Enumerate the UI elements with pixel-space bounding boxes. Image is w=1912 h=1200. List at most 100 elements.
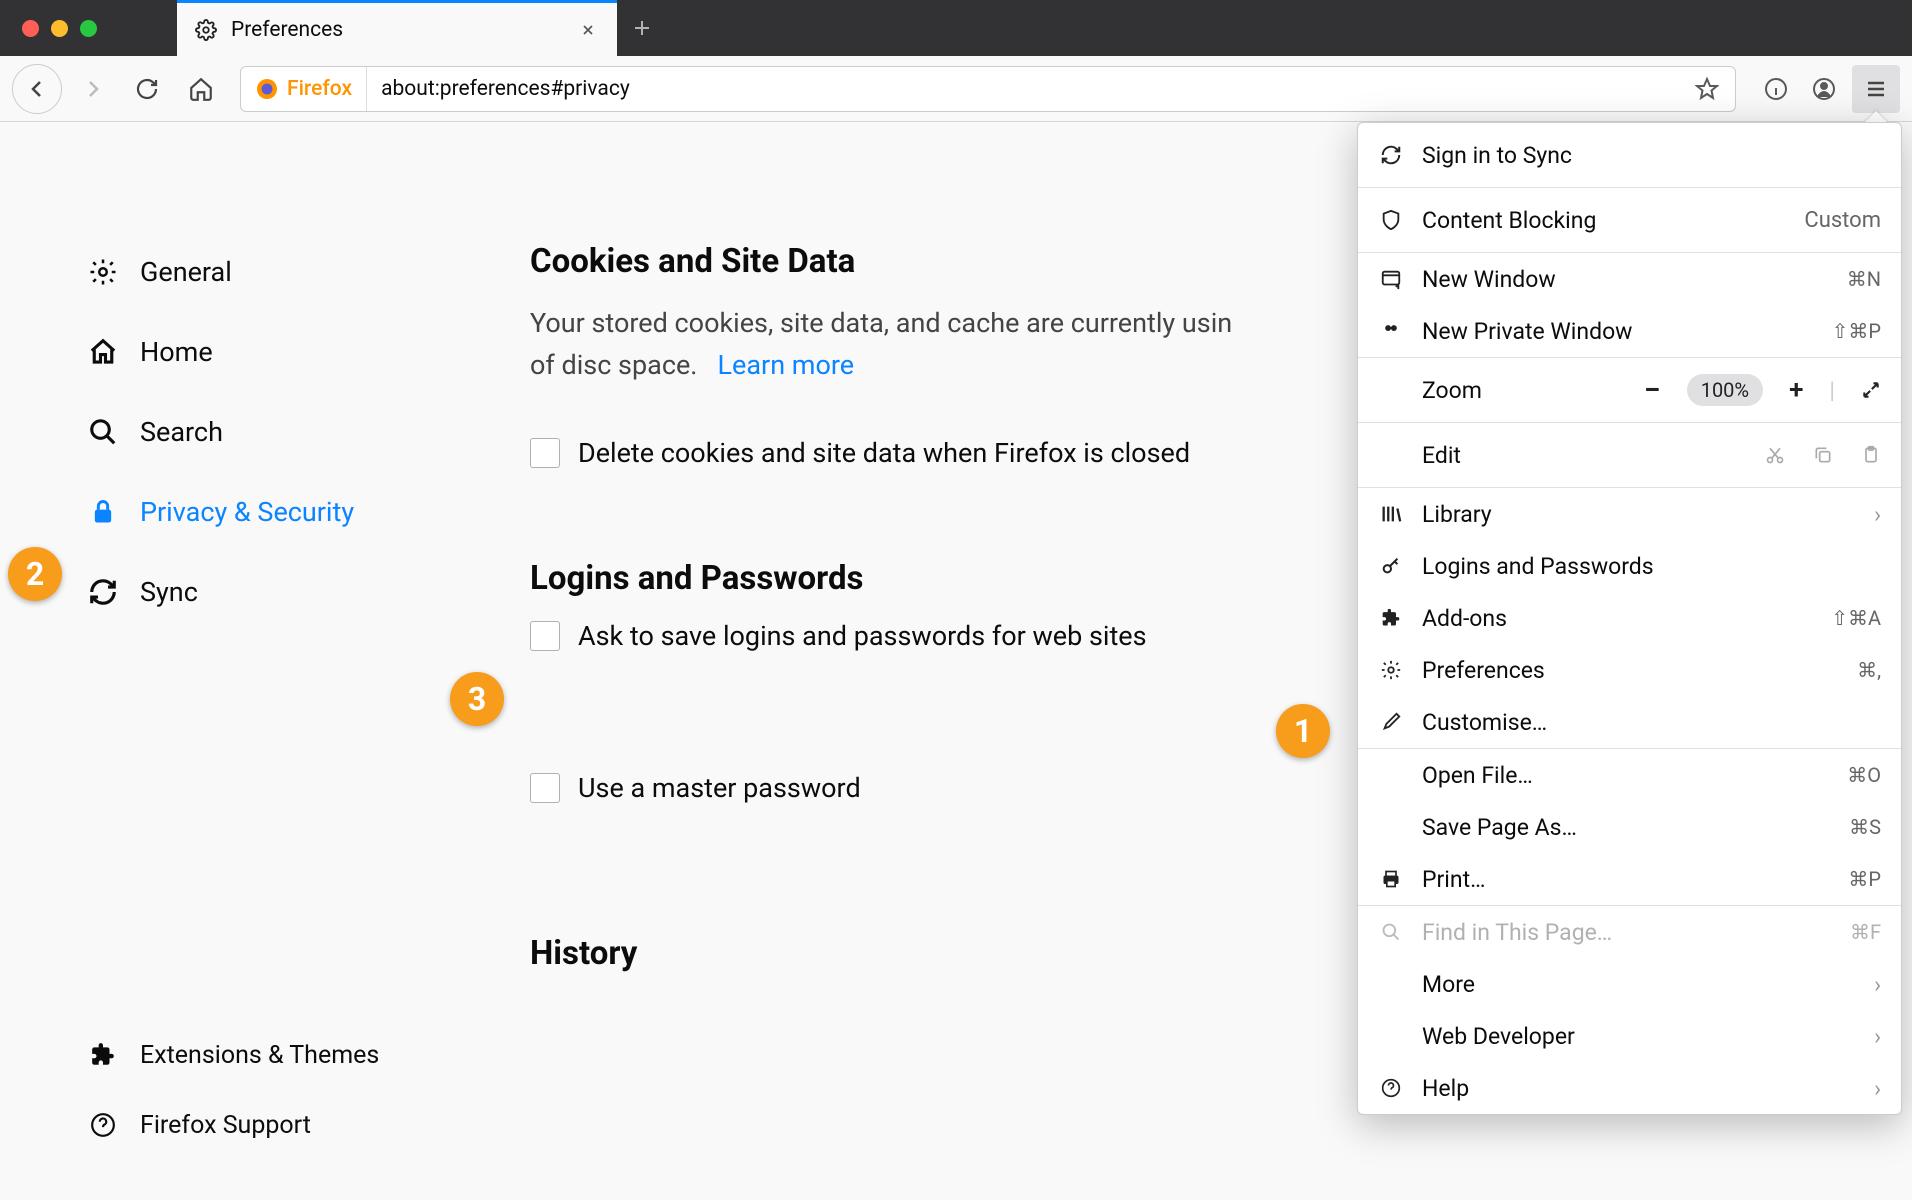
puzzle-icon: [86, 1042, 120, 1068]
menu-addons[interactable]: Add-ons ⇧⌘A: [1358, 592, 1901, 644]
maximize-window-button[interactable]: [80, 20, 97, 37]
sidebar-label: Home: [140, 336, 213, 368]
zoom-in-button[interactable]: +: [1789, 375, 1803, 405]
menu-help[interactable]: Help ›: [1358, 1062, 1901, 1114]
url-text: about:preferences#privacy: [367, 77, 1679, 101]
menu-sign-in[interactable]: Sign in to Sync: [1358, 123, 1901, 187]
menu-web-developer[interactable]: Web Developer ›: [1358, 1010, 1901, 1062]
delete-cookies-checkbox[interactable]: [530, 438, 560, 468]
sidebar-label: Sync: [140, 576, 198, 608]
sidebar-item-home[interactable]: Home: [80, 312, 500, 392]
gear-icon: [195, 19, 217, 41]
cut-button[interactable]: [1765, 445, 1785, 465]
titlebar: Preferences: [0, 0, 1912, 56]
new-tab-button[interactable]: [617, 0, 667, 56]
search-icon: [1378, 922, 1404, 942]
menu-edit: Edit: [1358, 423, 1901, 487]
sidebar-bottom: Extensions & Themes Firefox Support: [80, 1020, 500, 1200]
home-icon: [86, 337, 120, 367]
search-icon: [86, 417, 120, 447]
library-icon: [1378, 503, 1404, 525]
tab-preferences[interactable]: Preferences: [177, 0, 617, 56]
menu-new-window[interactable]: New Window ⌘N: [1358, 253, 1901, 305]
chevron-right-icon: ›: [1874, 501, 1881, 528]
info-icon[interactable]: [1752, 65, 1800, 113]
close-window-button[interactable]: [22, 20, 39, 37]
menu-more[interactable]: More ›: [1358, 958, 1901, 1010]
window-icon: [1378, 268, 1404, 290]
ask-save-logins-label: Ask to save logins and passwords for web…: [578, 620, 1147, 652]
chevron-right-icon: ›: [1874, 971, 1881, 998]
account-icon[interactable]: [1800, 65, 1848, 113]
menu-open-file[interactable]: Open File… ⌘O: [1358, 749, 1901, 801]
menu-save-page[interactable]: Save Page As… ⌘S: [1358, 801, 1901, 853]
annotation-badge-1: 1: [1276, 704, 1330, 758]
gear-icon: [86, 257, 120, 287]
annotation-badge-3: 3: [450, 672, 504, 726]
bookmark-star-button[interactable]: [1679, 77, 1735, 101]
delete-cookies-label: Delete cookies and site data when Firefo…: [578, 437, 1190, 469]
sidebar-item-general[interactable]: General: [80, 232, 500, 312]
tab-strip: Preferences: [177, 0, 667, 56]
nav-toolbar: Firefox about:preferences#privacy: [0, 56, 1912, 122]
menu-zoom: Zoom − 100% + |: [1358, 358, 1901, 422]
menu-customise[interactable]: Customise…: [1358, 696, 1901, 748]
help-icon: [1378, 1078, 1404, 1098]
forward-button[interactable]: [70, 66, 116, 112]
ask-save-logins-checkbox[interactable]: [530, 621, 560, 651]
sync-icon: [86, 577, 120, 607]
sidebar-label: Extensions & Themes: [140, 1041, 379, 1070]
puzzle-icon: [1378, 608, 1404, 628]
sidebar-label: General: [140, 256, 232, 288]
paste-button[interactable]: [1861, 445, 1881, 465]
sidebar-item-extensions[interactable]: Extensions & Themes: [80, 1020, 500, 1090]
shield-icon: [1378, 209, 1404, 231]
key-icon: [1378, 555, 1404, 577]
chevron-right-icon: ›: [1874, 1023, 1881, 1050]
menu-find[interactable]: Find in This Page… ⌘F: [1358, 906, 1901, 958]
sidebar-item-search[interactable]: Search: [80, 392, 500, 472]
menu-library[interactable]: Library ›: [1358, 488, 1901, 540]
learn-more-link[interactable]: Learn more: [718, 349, 855, 381]
lock-icon: [86, 498, 120, 526]
preferences-sidebar: General Home Search Privacy & Security S…: [0, 122, 500, 1200]
menu-content-blocking[interactable]: Content Blocking Custom: [1358, 188, 1901, 252]
gear-icon: [1378, 659, 1404, 681]
menu-print[interactable]: Print… ⌘P: [1358, 853, 1901, 905]
sidebar-item-privacy[interactable]: Privacy & Security: [80, 472, 500, 552]
annotation-badge-2: 2: [8, 547, 62, 601]
home-button[interactable]: [178, 66, 224, 112]
paintbrush-icon: [1378, 711, 1404, 733]
menu-logins[interactable]: Logins and Passwords: [1358, 540, 1901, 592]
mask-icon: [1378, 324, 1404, 338]
copy-button[interactable]: [1813, 445, 1833, 465]
sidebar-label: Privacy & Security: [140, 496, 354, 528]
master-password-label: Use a master password: [578, 772, 861, 804]
menu-private-window[interactable]: New Private Window ⇧⌘P: [1358, 305, 1901, 357]
menu-preferences[interactable]: Preferences ⌘,: [1358, 644, 1901, 696]
back-button[interactable]: [12, 64, 62, 114]
chevron-right-icon: ›: [1874, 1075, 1881, 1102]
help-icon: [86, 1112, 120, 1138]
reload-button[interactable]: [124, 66, 170, 112]
tab-title: Preferences: [231, 18, 563, 42]
fullscreen-button[interactable]: [1861, 380, 1881, 400]
master-password-checkbox[interactable]: [530, 773, 560, 803]
zoom-level[interactable]: 100%: [1687, 374, 1763, 406]
url-bar[interactable]: Firefox about:preferences#privacy: [240, 66, 1736, 112]
app-menu-button[interactable]: [1852, 65, 1900, 113]
close-tab-button[interactable]: [577, 19, 599, 41]
firefox-icon: [255, 77, 279, 101]
minimize-window-button[interactable]: [51, 20, 68, 37]
toolbar-end: [1752, 65, 1900, 113]
identity-label: Firefox: [287, 77, 352, 101]
sync-icon: [1378, 144, 1404, 166]
identity-box[interactable]: Firefox: [241, 67, 367, 111]
app-menu: Sign in to Sync Content Blocking Custom …: [1357, 122, 1902, 1115]
sidebar-item-support[interactable]: Firefox Support: [80, 1090, 500, 1160]
menu-pointer: [1864, 111, 1888, 123]
zoom-out-button[interactable]: −: [1644, 373, 1661, 408]
sidebar-item-sync[interactable]: Sync: [80, 552, 500, 632]
content-area: General Home Search Privacy & Security S…: [0, 122, 1912, 1200]
sidebar-label: Search: [140, 416, 223, 448]
